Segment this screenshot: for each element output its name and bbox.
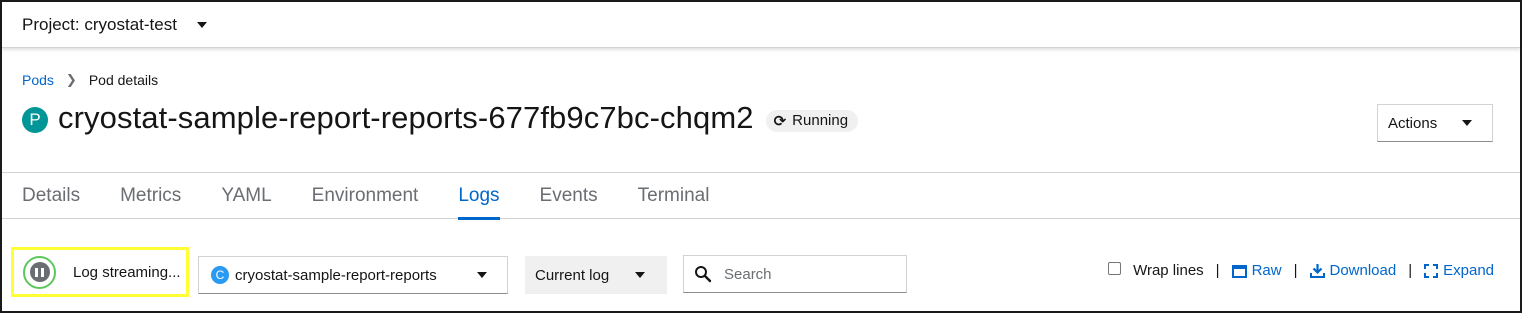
pod-resource-icon: P: [22, 107, 48, 133]
log-streaming-control: Log streaming...: [11, 247, 189, 297]
external-window-icon: [1231, 264, 1247, 278]
pause-streaming-button[interactable]: [23, 255, 56, 289]
project-label: Project: cryostat-test: [22, 14, 177, 34]
tab-terminal[interactable]: Terminal: [638, 173, 710, 219]
tab-yaml[interactable]: YAML: [221, 173, 271, 219]
status-label: Running: [792, 112, 849, 129]
raw-link[interactable]: Raw: [1231, 262, 1282, 279]
caret-down-icon: [1462, 120, 1472, 126]
page-title-row: P cryostat-sample-report-reports-677fb9c…: [22, 100, 859, 136]
toolbar-divider: |: [1215, 262, 1220, 279]
expand-link[interactable]: Expand: [1424, 262, 1494, 279]
project-dropdown[interactable]: Project: cryostat-test: [22, 15, 207, 35]
toolbar-divider: |: [1293, 262, 1298, 279]
sync-icon: ⟳: [773, 112, 787, 130]
tab-environment[interactable]: Environment: [312, 173, 419, 219]
tab-bar: Details Metrics YAML Environment Logs Ev…: [2, 172, 1520, 220]
chevron-right-icon: ❯: [65, 72, 77, 87]
toolbar-divider: |: [1408, 262, 1413, 279]
tab-details[interactable]: Details: [22, 173, 80, 219]
download-icon: [1309, 264, 1325, 278]
breadcrumb-pods-link[interactable]: Pods: [22, 72, 54, 88]
log-streaming-label: Log streaming...: [73, 263, 181, 281]
tab-logs[interactable]: Logs: [458, 173, 500, 220]
breadcrumb-current: Pod details: [88, 72, 159, 88]
log-type-select[interactable]: Current log: [525, 256, 667, 294]
wrap-lines-label: Wrap lines: [1133, 262, 1204, 279]
breadcrumb: Pods ❯ Pod details: [22, 72, 158, 88]
container-resource-icon: C: [211, 266, 229, 284]
caret-down-icon: [477, 272, 487, 278]
tab-events[interactable]: Events: [540, 173, 598, 219]
tab-metrics[interactable]: Metrics: [120, 173, 181, 219]
project-selector-bar: Project: cryostat-test: [2, 2, 1520, 48]
download-label: Download: [1329, 262, 1397, 279]
container-select[interactable]: C cryostat-sample-report-reports: [198, 256, 508, 294]
raw-label: Raw: [1251, 262, 1282, 279]
log-type-value: Current log: [535, 266, 610, 284]
search-icon: [695, 266, 712, 283]
expand-icon: [1424, 263, 1439, 278]
page-title: cryostat-sample-report-reports-677fb9c7b…: [58, 100, 754, 135]
caret-down-icon: [196, 21, 207, 28]
wrap-lines-checkbox[interactable]: [1108, 262, 1122, 275]
container-select-value: cryostat-sample-report-reports: [235, 266, 437, 284]
search-input[interactable]: [724, 265, 904, 283]
download-link[interactable]: Download: [1309, 262, 1397, 279]
expand-label: Expand: [1443, 262, 1494, 279]
log-search-field: [683, 255, 907, 293]
actions-dropdown[interactable]: Actions: [1377, 104, 1493, 142]
actions-label: Actions: [1388, 114, 1438, 132]
status-badge: ⟳ Running: [765, 109, 859, 132]
log-toolbar-actions: Wrap lines | Raw | Download | Expand: [1108, 262, 1494, 279]
caret-down-icon: [635, 272, 645, 278]
pause-icon: [29, 262, 50, 282]
